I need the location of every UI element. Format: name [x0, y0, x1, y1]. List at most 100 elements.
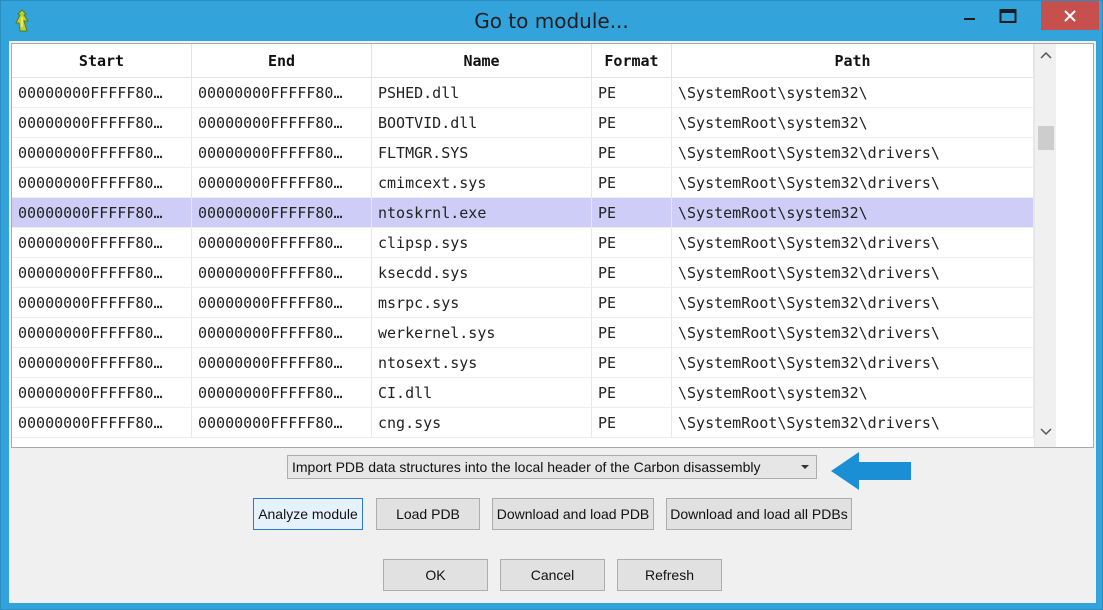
cell-end: 00000000FFFFF80… — [192, 198, 372, 228]
close-button[interactable] — [1041, 1, 1099, 30]
cell-start: 00000000FFFFF80… — [12, 138, 192, 168]
cell-path: \SystemRoot\System32\drivers\ — [672, 228, 1034, 258]
cell-name: clipsp.sys — [372, 228, 592, 258]
cell-end: 00000000FFFFF80… — [192, 78, 372, 108]
cancel-button[interactable]: Cancel — [500, 559, 605, 591]
scroll-down-button[interactable] — [1035, 427, 1057, 443]
table-body: 00000000FFFFF80… 00000000FFFFF80… PSHED.dl… — [12, 78, 1034, 438]
table-row[interactable]: 00000000FFFFF80… 00000000FFFFF80… ntoskrnl… — [12, 198, 1034, 228]
pdb-import-selected: Import PDB data structures into the loca… — [292, 459, 761, 475]
cell-format: PE — [592, 138, 672, 168]
pointer-arrow-icon — [831, 452, 911, 490]
table-row[interactable]: 00000000FFFFF80… 00000000FFFFF80… cmimcext… — [12, 168, 1034, 198]
cell-name: ntosext.sys — [372, 348, 592, 378]
table-row[interactable]: 00000000FFFFF80… 00000000FFFFF80… msrpc.sy… — [12, 288, 1034, 318]
pdb-import-dropdown[interactable]: Import PDB data structures into the loca… — [287, 455, 817, 479]
cell-format: PE — [592, 318, 672, 348]
module-table: Start End Name Format Path 00000000FFFFF… — [11, 43, 1094, 448]
scroll-thumb[interactable] — [1038, 126, 1054, 150]
cell-start: 00000000FFFFF80… — [12, 228, 192, 258]
cell-start: 00000000FFFFF80… — [12, 408, 192, 438]
cell-format: PE — [592, 228, 672, 258]
load-pdb-button[interactable]: Load PDB — [376, 498, 480, 530]
refresh-button[interactable]: Refresh — [617, 559, 722, 591]
cell-end: 00000000FFFFF80… — [192, 288, 372, 318]
table-row[interactable]: 00000000FFFFF80… 00000000FFFFF80… ksecdd.s… — [12, 258, 1034, 288]
column-header-format[interactable]: Format — [592, 44, 672, 78]
vertical-scrollbar[interactable] — [1034, 44, 1056, 447]
scroll-up-icon — [1040, 51, 1052, 59]
cell-name: werkernel.sys — [372, 318, 592, 348]
analyze-module-button[interactable]: Analyze module — [253, 498, 363, 530]
cell-end: 00000000FFFFF80… — [192, 228, 372, 258]
table-row[interactable]: 00000000FFFFF80… 00000000FFFFF80… werkerne… — [12, 318, 1034, 348]
cell-end: 00000000FFFFF80… — [192, 168, 372, 198]
cell-start: 00000000FFFFF80… — [12, 258, 192, 288]
cell-start: 00000000FFFFF80… — [12, 78, 192, 108]
cell-end: 00000000FFFFF80… — [192, 318, 372, 348]
dropdown-arrow-icon — [801, 465, 809, 469]
column-header-end[interactable]: End — [192, 44, 372, 78]
cell-start: 00000000FFFFF80… — [12, 288, 192, 318]
cell-name: BOOTVID.dll — [372, 108, 592, 138]
table-row[interactable]: 00000000FFFFF80… 00000000FFFFF80… FLTMGR.S… — [12, 138, 1034, 168]
cell-path: \SystemRoot\system32\ — [672, 378, 1034, 408]
cell-name: msrpc.sys — [372, 288, 592, 318]
cell-path: \SystemRoot\System32\drivers\ — [672, 318, 1034, 348]
cell-path: \SystemRoot\System32\drivers\ — [672, 258, 1034, 288]
cell-path: \SystemRoot\System32\drivers\ — [672, 288, 1034, 318]
cell-end: 00000000FFFFF80… — [192, 108, 372, 138]
cell-end: 00000000FFFFF80… — [192, 258, 372, 288]
table-row[interactable]: 00000000FFFFF80… 00000000FFFFF80… ntosext.… — [12, 348, 1034, 378]
cell-format: PE — [592, 198, 672, 228]
scroll-up-button[interactable] — [1035, 50, 1057, 66]
cell-end: 00000000FFFFF80… — [192, 378, 372, 408]
cell-end: 00000000FFFFF80… — [192, 138, 372, 168]
window-title: Go to module... — [474, 9, 629, 33]
cell-format: PE — [592, 258, 672, 288]
table-row[interactable]: 00000000FFFFF80… 00000000FFFFF80… cng.sys P… — [12, 408, 1034, 438]
cell-start: 00000000FFFFF80… — [12, 108, 192, 138]
cell-format: PE — [592, 78, 672, 108]
cell-name: PSHED.dll — [372, 78, 592, 108]
table-row[interactable]: 00000000FFFFF80… 00000000FFFFF80… CI.dll PE… — [12, 378, 1034, 408]
download-and-load-all-pdbs-button[interactable]: Download and load all PDBs — [666, 498, 852, 530]
download-and-load-pdb-button[interactable]: Download and load PDB — [492, 498, 654, 530]
cell-path: \SystemRoot\System32\drivers\ — [672, 348, 1034, 378]
cell-name: cng.sys — [372, 408, 592, 438]
cell-start: 00000000FFFFF80… — [12, 168, 192, 198]
cell-path: \SystemRoot\System32\drivers\ — [672, 138, 1034, 168]
cell-end: 00000000FFFFF80… — [192, 408, 372, 438]
cell-name: ntoskrnl.exe — [372, 198, 592, 228]
go-to-module-dialog: Go to module... Start End Name Format Pa… — [0, 0, 1103, 610]
cell-format: PE — [592, 288, 672, 318]
cell-format: PE — [592, 408, 672, 438]
dialog-client-area: Start End Name Format Path 00000000FFFFF… — [9, 41, 1096, 603]
cell-name: ksecdd.sys — [372, 258, 592, 288]
column-header-path[interactable]: Path — [672, 44, 1034, 78]
cell-format: PE — [592, 108, 672, 138]
cell-format: PE — [592, 168, 672, 198]
cell-name: cmimcext.sys — [372, 168, 592, 198]
cell-end: 00000000FFFFF80… — [192, 348, 372, 378]
column-header-name[interactable]: Name — [372, 44, 592, 78]
table-row[interactable]: 00000000FFFFF80… 00000000FFFFF80… clipsp.s… — [12, 228, 1034, 258]
cell-start: 00000000FFFFF80… — [12, 378, 192, 408]
cell-format: PE — [592, 378, 672, 408]
column-header-start[interactable]: Start — [12, 44, 192, 78]
maximize-icon — [999, 9, 1017, 23]
cell-start: 00000000FFFFF80… — [12, 348, 192, 378]
cell-start: 00000000FFFFF80… — [12, 318, 192, 348]
cell-path: \SystemRoot\system32\ — [672, 198, 1034, 228]
ok-button[interactable]: OK — [383, 559, 488, 591]
title-bar[interactable]: Go to module... — [1, 1, 1102, 41]
cell-start: 00000000FFFFF80… — [12, 198, 192, 228]
table-header: Start End Name Format Path — [12, 44, 1034, 78]
maximize-button[interactable] — [985, 1, 1031, 31]
cell-format: PE — [592, 348, 672, 378]
cell-path: \SystemRoot\System32\drivers\ — [672, 168, 1034, 198]
minimize-icon — [964, 18, 975, 20]
table-row[interactable]: 00000000FFFFF80… 00000000FFFFF80… BOOTVID.… — [12, 108, 1034, 138]
cell-name: CI.dll — [372, 378, 592, 408]
table-row[interactable]: 00000000FFFFF80… 00000000FFFFF80… PSHED.dl… — [12, 78, 1034, 108]
